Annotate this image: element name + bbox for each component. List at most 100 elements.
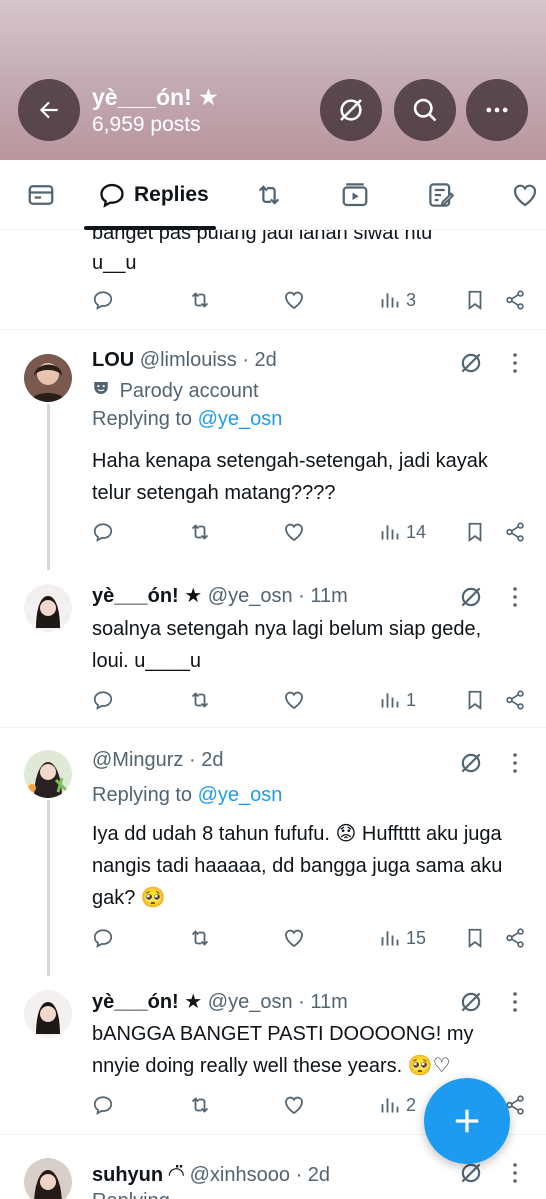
display-name[interactable]: yè___ón! ★	[92, 585, 202, 607]
share-button[interactable]	[504, 285, 526, 315]
retweet-icon	[191, 524, 209, 540]
post-text: soalnya setengah nya lagi belum siap ged…	[92, 618, 482, 672]
views-count: 2	[406, 1094, 417, 1115]
post-text: bANGGA BANGET PASTI DOOOONG! my nnyie do…	[92, 1023, 474, 1077]
repost-button[interactable]	[188, 517, 212, 547]
like-button[interactable]	[282, 1090, 306, 1120]
views-button[interactable]: 1	[380, 685, 416, 715]
thread-line	[47, 800, 50, 976]
like-button[interactable]	[282, 517, 306, 547]
post-time: · 2d	[189, 749, 224, 771]
bookmark-button[interactable]	[464, 923, 486, 953]
share-button[interactable]	[504, 923, 526, 953]
share-icon	[506, 928, 524, 948]
user-handle[interactable]: @xinhsooo	[190, 1164, 290, 1186]
reply-button[interactable]	[92, 923, 114, 953]
grok-icon[interactable]	[458, 350, 484, 376]
like-button[interactable]	[282, 923, 306, 953]
search-icon	[413, 98, 437, 122]
compose-button[interactable]	[424, 1078, 510, 1164]
repost-button[interactable]	[188, 685, 212, 715]
avatar[interactable]	[24, 990, 72, 1038]
like-button[interactable]	[282, 285, 306, 315]
avatar[interactable]	[24, 1158, 72, 1199]
tab-likes[interactable]	[510, 160, 540, 230]
reply-button[interactable]	[92, 1090, 114, 1120]
like-button[interactable]	[282, 685, 306, 715]
post-header: yè___ón! ★ @ye_osn · 11m	[92, 989, 348, 1014]
grok-button[interactable]	[320, 79, 382, 141]
theater-masks-icon	[92, 379, 114, 403]
repost-button[interactable]	[188, 285, 212, 315]
more-button[interactable]	[466, 79, 528, 141]
more-vertical-icon[interactable]	[506, 751, 524, 775]
share-icon	[506, 290, 524, 310]
display-name[interactable]: suhyun ◠̈	[92, 1164, 184, 1186]
tab-posts[interactable]	[26, 160, 56, 230]
retweet-icon	[258, 185, 280, 205]
post-time: · 2d	[295, 1164, 331, 1186]
back-button[interactable]	[18, 79, 80, 141]
post-actions: 15	[92, 923, 532, 953]
post-header: yè___ón! ★ @ye_osn · 11m	[92, 583, 348, 608]
heart-icon	[513, 184, 537, 207]
bookmark-icon	[468, 290, 482, 310]
share-button[interactable]	[504, 517, 526, 547]
grok-icon[interactable]	[458, 1160, 484, 1186]
views-button[interactable]: 14	[380, 517, 426, 547]
reply-button[interactable]	[92, 685, 114, 715]
share-button[interactable]	[504, 685, 526, 715]
tab-articles[interactable]	[426, 160, 456, 230]
avatar[interactable]	[24, 354, 72, 402]
post-time: · 11m	[298, 991, 348, 1013]
bookmark-button[interactable]	[464, 517, 486, 547]
tab-replies[interactable]: Replies	[98, 160, 209, 230]
tab-reposts[interactable]	[254, 160, 284, 230]
more-vertical-icon[interactable]	[506, 1161, 524, 1185]
user-handle[interactable]: @ye_osn	[208, 991, 293, 1013]
heart-icon	[285, 691, 303, 710]
mention-link[interactable]: @ye_osn	[198, 408, 283, 430]
reply-icon	[93, 691, 113, 710]
views-icon	[381, 1098, 399, 1113]
bookmark-button[interactable]	[464, 285, 486, 315]
avatar[interactable]	[24, 584, 72, 632]
retweet-icon	[191, 1097, 209, 1113]
grok-icon[interactable]	[458, 989, 484, 1015]
mention-link[interactable]: @ye_osn	[198, 784, 283, 806]
post-header: @Mingurz · 2d	[92, 749, 223, 772]
replying-to: Replying to @ye_osn	[92, 408, 283, 430]
bookmark-button[interactable]	[464, 685, 486, 715]
compose-plus-icon	[455, 1109, 479, 1133]
user-handle[interactable]: @ye_osn	[208, 585, 293, 607]
post-header: LOU @limlouiss · 2d	[92, 349, 277, 372]
grok-icon[interactable]	[458, 584, 484, 610]
views-count: 15	[406, 927, 427, 948]
grok-icon[interactable]	[458, 750, 484, 776]
repost-button[interactable]	[188, 923, 212, 953]
reply-button[interactable]	[92, 517, 114, 547]
views-button[interactable]: 2	[380, 1090, 416, 1120]
display-name[interactable]: LOU	[92, 349, 134, 371]
search-button[interactable]	[394, 79, 456, 141]
bookmark-icon	[468, 690, 482, 710]
profile-name: yè___ón! ★	[92, 84, 219, 110]
more-vertical-icon[interactable]	[506, 585, 524, 609]
user-handle[interactable]: @limlouiss	[140, 349, 237, 371]
more-vertical-icon[interactable]	[506, 990, 524, 1014]
more-vertical-icon[interactable]	[506, 351, 524, 375]
tab-media[interactable]	[340, 160, 370, 230]
views-button[interactable]: 15	[380, 923, 426, 953]
user-handle[interactable]: @Mingurz	[92, 749, 183, 771]
repost-button[interactable]	[188, 1090, 212, 1120]
heart-icon	[285, 1096, 303, 1115]
retweet-icon	[191, 692, 209, 708]
views-count: 14	[406, 521, 427, 542]
post-time: · 11m	[298, 585, 348, 607]
display-name[interactable]: yè___ón! ★	[92, 991, 202, 1013]
avatar[interactable]	[24, 750, 72, 798]
reply-icon	[100, 183, 124, 208]
views-button[interactable]: 3	[380, 285, 416, 315]
reply-button[interactable]	[92, 285, 114, 315]
more-horizontal-icon	[486, 107, 508, 113]
